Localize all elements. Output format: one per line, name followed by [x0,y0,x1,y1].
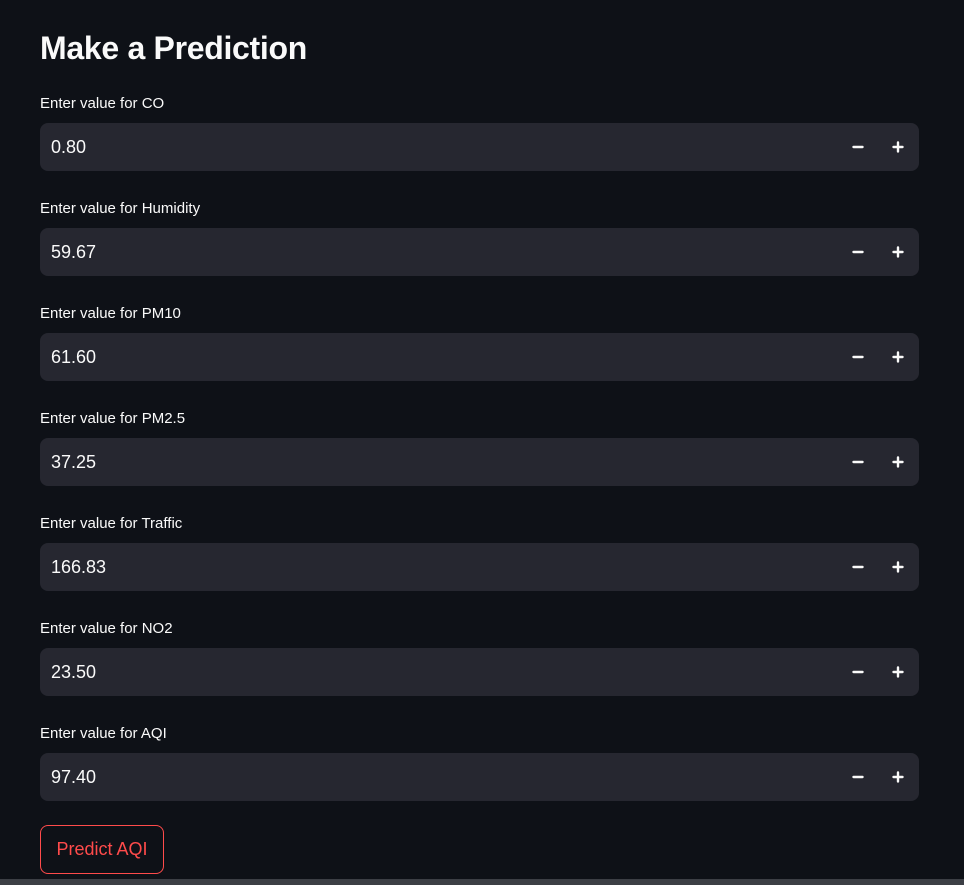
predict-aqi-button[interactable]: Predict AQI [40,825,164,874]
co-decrement-button[interactable] [842,131,874,163]
humidity-field: Enter value for Humidity [40,199,919,289]
plus-icon [892,456,904,468]
co-field: Enter value for CO [40,94,919,184]
no2-number-input [40,648,919,696]
aqi-label: Enter value for AQI [40,725,167,742]
no2-increment-button[interactable] [882,656,914,688]
aqi-field: Enter value for AQI [40,724,919,814]
humidity-label: Enter value for Humidity [40,200,201,217]
pm10-increment-button[interactable] [882,341,914,373]
minus-icon [852,250,864,254]
minus-icon [852,565,864,569]
pm25-label: Enter value for PM2.5 [40,410,186,427]
aqi-number-input [40,753,919,801]
co-value-input[interactable] [40,123,820,171]
pm10-number-input [40,333,919,381]
aqi-value-input[interactable] [40,753,820,801]
plus-icon [892,141,904,153]
aqi-decrement-button[interactable] [842,761,874,793]
traffic-label: Enter value for Traffic [40,515,183,532]
minus-icon [852,145,864,149]
aqi-increment-button[interactable] [882,761,914,793]
pm10-value-input[interactable] [40,333,820,381]
pm25-field: Enter value for PM2.5 [40,409,919,499]
traffic-field: Enter value for Traffic [40,514,919,604]
co-increment-button[interactable] [882,131,914,163]
no2-field: Enter value for NO2 [40,619,919,709]
co-number-input [40,123,919,171]
plus-icon [892,561,904,573]
pm10-label: Enter value for PM10 [40,305,181,322]
pm25-decrement-button[interactable] [842,446,874,478]
no2-decrement-button[interactable] [842,656,874,688]
pm10-field: Enter value for PM10 [40,304,919,394]
plus-icon [892,666,904,678]
traffic-increment-button[interactable] [882,551,914,583]
traffic-value-input[interactable] [40,543,820,591]
no2-label: Enter value for NO2 [40,620,173,637]
pm25-number-input [40,438,919,486]
minus-icon [852,460,864,464]
pm10-decrement-button[interactable] [842,341,874,373]
plus-icon [892,246,904,258]
traffic-number-input [40,543,919,591]
minus-icon [852,355,864,359]
traffic-decrement-button[interactable] [842,551,874,583]
humidity-value-input[interactable] [40,228,820,276]
humidity-increment-button[interactable] [882,236,914,268]
minus-icon [852,670,864,674]
page-title: Make a Prediction [40,30,307,66]
humidity-decrement-button[interactable] [842,236,874,268]
pm25-value-input[interactable] [40,438,820,486]
pm25-increment-button[interactable] [882,446,914,478]
plus-icon [892,351,904,363]
humidity-number-input [40,228,919,276]
co-label: Enter value for CO [40,95,165,112]
no2-value-input[interactable] [40,648,820,696]
horizontal-scrollbar[interactable] [0,879,964,885]
plus-icon [892,771,904,783]
minus-icon [852,775,864,779]
